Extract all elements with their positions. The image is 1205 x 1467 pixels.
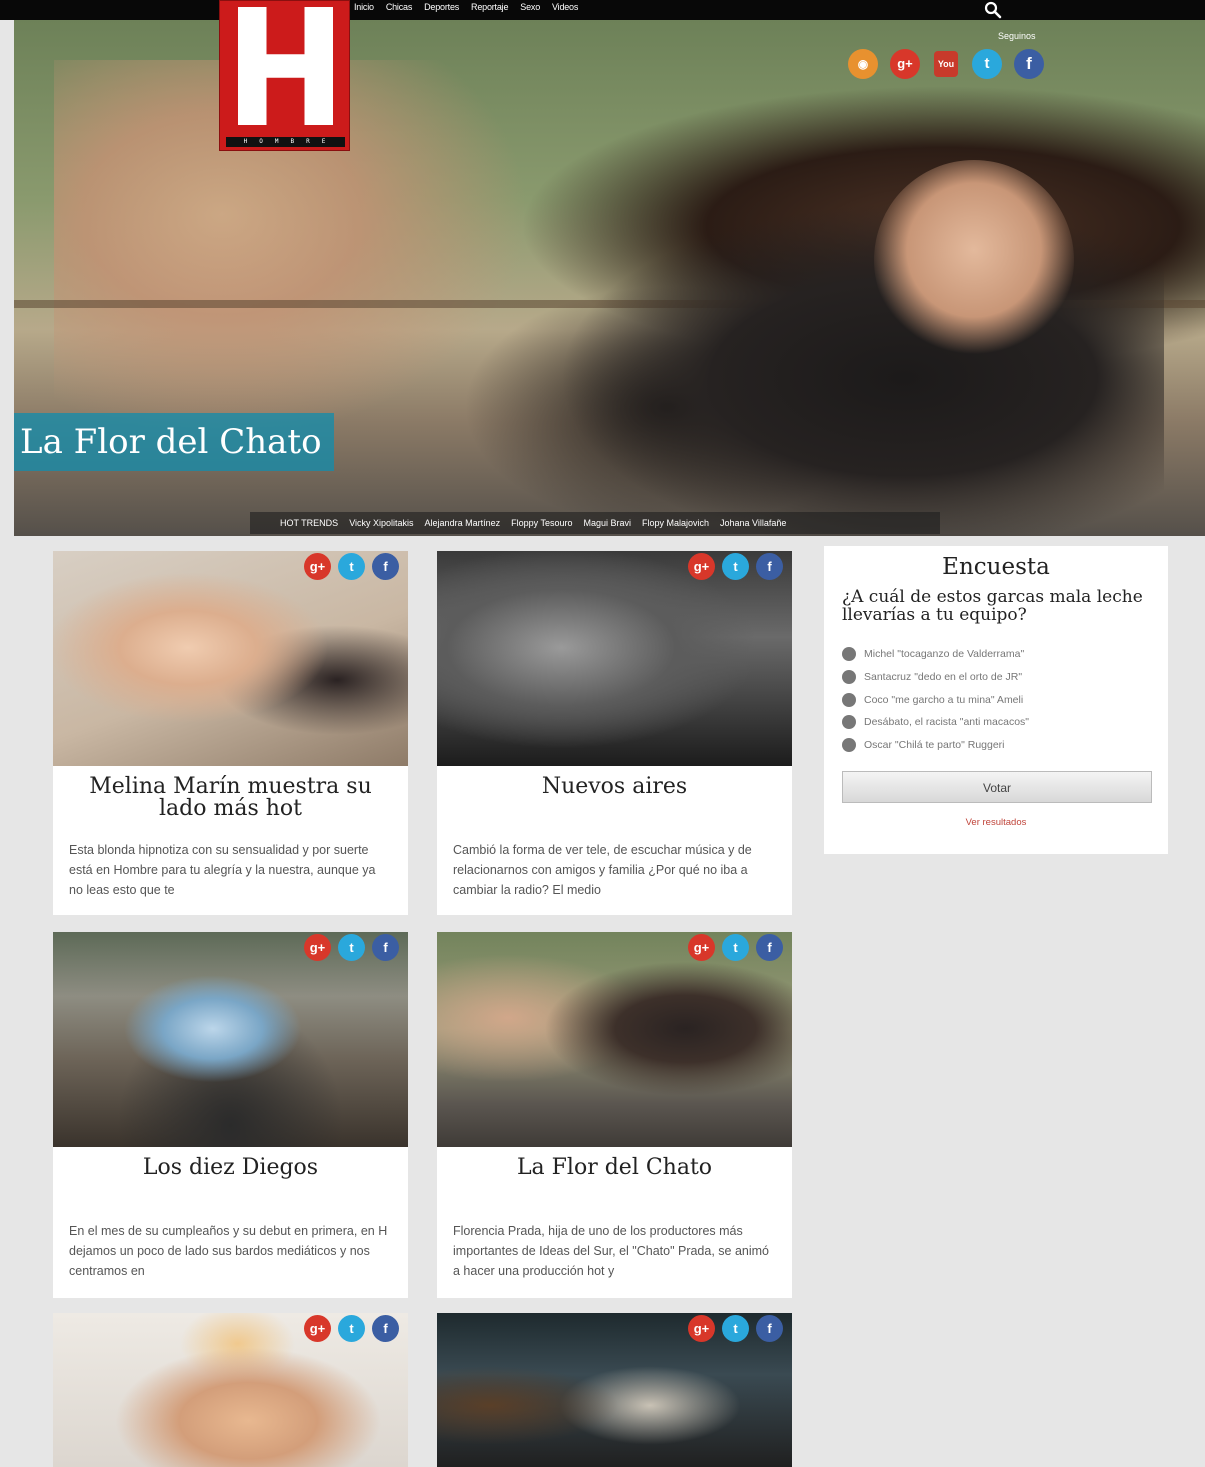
trend-link[interactable]: Floppy Tesouro: [511, 518, 572, 528]
site-logo[interactable]: HOMBRE: [219, 0, 350, 151]
youtube-icon[interactable]: You: [934, 51, 958, 77]
article-card[interactable]: g+ t f Nuevos aires Cambió la forma de v…: [437, 551, 792, 915]
logo-strip: HOMBRE: [226, 137, 345, 147]
facebook-icon[interactable]: f: [372, 1315, 399, 1342]
trend-link[interactable]: Vicky Xipolitakis: [349, 518, 413, 528]
article-image[interactable]: [437, 932, 792, 1147]
google-plus-icon[interactable]: g+: [688, 1315, 715, 1342]
nav-reportaje[interactable]: Reportaje: [471, 2, 508, 12]
share-buttons: g+ t f: [688, 553, 788, 583]
hot-trends-label: HOT TRENDS: [280, 518, 339, 528]
twitter-icon[interactable]: t: [722, 553, 749, 580]
poll-widget: Encuesta ¿A cuál de estos garcas mala le…: [824, 546, 1168, 854]
poll-option[interactable]: Michel "tocaganzo de Valderrama": [842, 647, 1024, 661]
logo-h-letter: [238, 7, 333, 125]
article-title[interactable]: Melina Marín muestra su lado más hot: [69, 776, 392, 820]
rss-icon[interactable]: ◉: [848, 49, 878, 79]
nav-videos[interactable]: Videos: [552, 2, 578, 12]
twitter-icon[interactable]: t: [722, 1315, 749, 1342]
google-plus-icon[interactable]: g+: [688, 934, 715, 961]
nav-inicio[interactable]: Inicio: [354, 2, 374, 12]
article-image[interactable]: [53, 932, 408, 1147]
article-card[interactable]: g+ t f Melina Marín muestra su lado más …: [53, 551, 408, 915]
share-buttons: g+ t f: [688, 934, 788, 964]
facebook-icon[interactable]: f: [756, 553, 783, 580]
facebook-icon[interactable]: f: [756, 1315, 783, 1342]
poll-heading: Encuesta: [942, 554, 1050, 580]
top-navbar: Inicio Chicas Deportes Reportaje Sexo Vi…: [0, 0, 1205, 20]
trend-link[interactable]: Flopy Malajovich: [642, 518, 709, 528]
facebook-icon[interactable]: f: [372, 553, 399, 580]
article-excerpt: Cambió la forma de ver tele, de escuchar…: [453, 843, 752, 897]
twitter-icon[interactable]: t: [338, 1315, 365, 1342]
article-title[interactable]: La Flor del Chato: [453, 1157, 776, 1179]
article-image[interactable]: [437, 551, 792, 766]
article-title[interactable]: Los diez Diegos: [69, 1157, 392, 1179]
google-plus-icon[interactable]: g+: [890, 49, 920, 79]
article-title[interactable]: Nuevos aires: [453, 776, 776, 798]
vote-button[interactable]: Votar: [842, 771, 1152, 803]
radio-button[interactable]: [842, 693, 856, 707]
facebook-icon[interactable]: f: [756, 934, 783, 961]
hero-title[interactable]: La Flor del Chato: [14, 413, 334, 471]
article-image[interactable]: [53, 551, 408, 766]
nav-sexo[interactable]: Sexo: [520, 2, 540, 12]
article-excerpt: En el mes de su cumpleaños y su debut en…: [69, 1224, 388, 1278]
trend-link[interactable]: Magui Bravi: [583, 518, 631, 528]
share-buttons: g+ t f: [304, 553, 404, 583]
see-results-link[interactable]: Ver resultados: [824, 817, 1168, 828]
twitter-icon[interactable]: t: [972, 49, 1002, 79]
facebook-icon[interactable]: f: [372, 934, 399, 961]
share-buttons: g+ t f: [304, 1315, 404, 1345]
main-nav: Inicio Chicas Deportes Reportaje Sexo Vi…: [354, 2, 578, 12]
article-card[interactable]: g+ t f: [53, 1313, 408, 1467]
share-buttons: g+ t f: [688, 1315, 788, 1345]
twitter-icon[interactable]: t: [338, 934, 365, 961]
article-card[interactable]: g+ t f: [437, 1313, 792, 1467]
nav-chicas[interactable]: Chicas: [386, 2, 413, 12]
google-plus-icon[interactable]: g+: [304, 934, 331, 961]
google-plus-icon[interactable]: g+: [304, 1315, 331, 1342]
article-card[interactable]: g+ t f La Flor del Chato Florencia Prada…: [437, 932, 792, 1298]
twitter-icon[interactable]: t: [722, 934, 749, 961]
hot-trends-bar: HOT TRENDS Vicky Xipolitakis Alejandra M…: [250, 512, 940, 534]
article-card[interactable]: g+ t f Los diez Diegos En el mes de su c…: [53, 932, 408, 1298]
radio-button[interactable]: [842, 715, 856, 729]
hero-image-face: [874, 160, 1074, 360]
trend-link[interactable]: Johana Villafañe: [720, 518, 786, 528]
article-excerpt: Esta blonda hipnotiza con su sensualidad…: [69, 843, 376, 897]
share-buttons: g+ t f: [304, 934, 404, 964]
radio-button[interactable]: [842, 738, 856, 752]
radio-button[interactable]: [842, 670, 856, 684]
poll-option[interactable]: Oscar "Chilá te parto" Ruggeri: [842, 738, 1005, 752]
nav-deportes[interactable]: Deportes: [424, 2, 459, 12]
twitter-icon[interactable]: t: [338, 553, 365, 580]
social-label: Seguinos: [998, 31, 1036, 41]
article-excerpt: Florencia Prada, hija de uno de los prod…: [453, 1224, 769, 1278]
social-links: Seguinos ◉ g+ You t f: [848, 28, 1048, 80]
search-icon[interactable]: [984, 1, 1002, 19]
google-plus-icon[interactable]: g+: [688, 553, 715, 580]
facebook-icon[interactable]: f: [1014, 49, 1044, 79]
poll-option[interactable]: Coco "me garcho a tu mina" Ameli: [842, 693, 1023, 707]
google-plus-icon[interactable]: g+: [304, 553, 331, 580]
poll-question: ¿A cuál de estos garcas mala leche lleva…: [842, 587, 1143, 625]
trend-link[interactable]: Alejandra Martínez: [425, 518, 501, 528]
poll-option[interactable]: Santacruz "dedo en el orto de JR": [842, 670, 1022, 684]
poll-option[interactable]: Desábato, el racista "anti macacos": [842, 715, 1029, 729]
radio-button[interactable]: [842, 647, 856, 661]
